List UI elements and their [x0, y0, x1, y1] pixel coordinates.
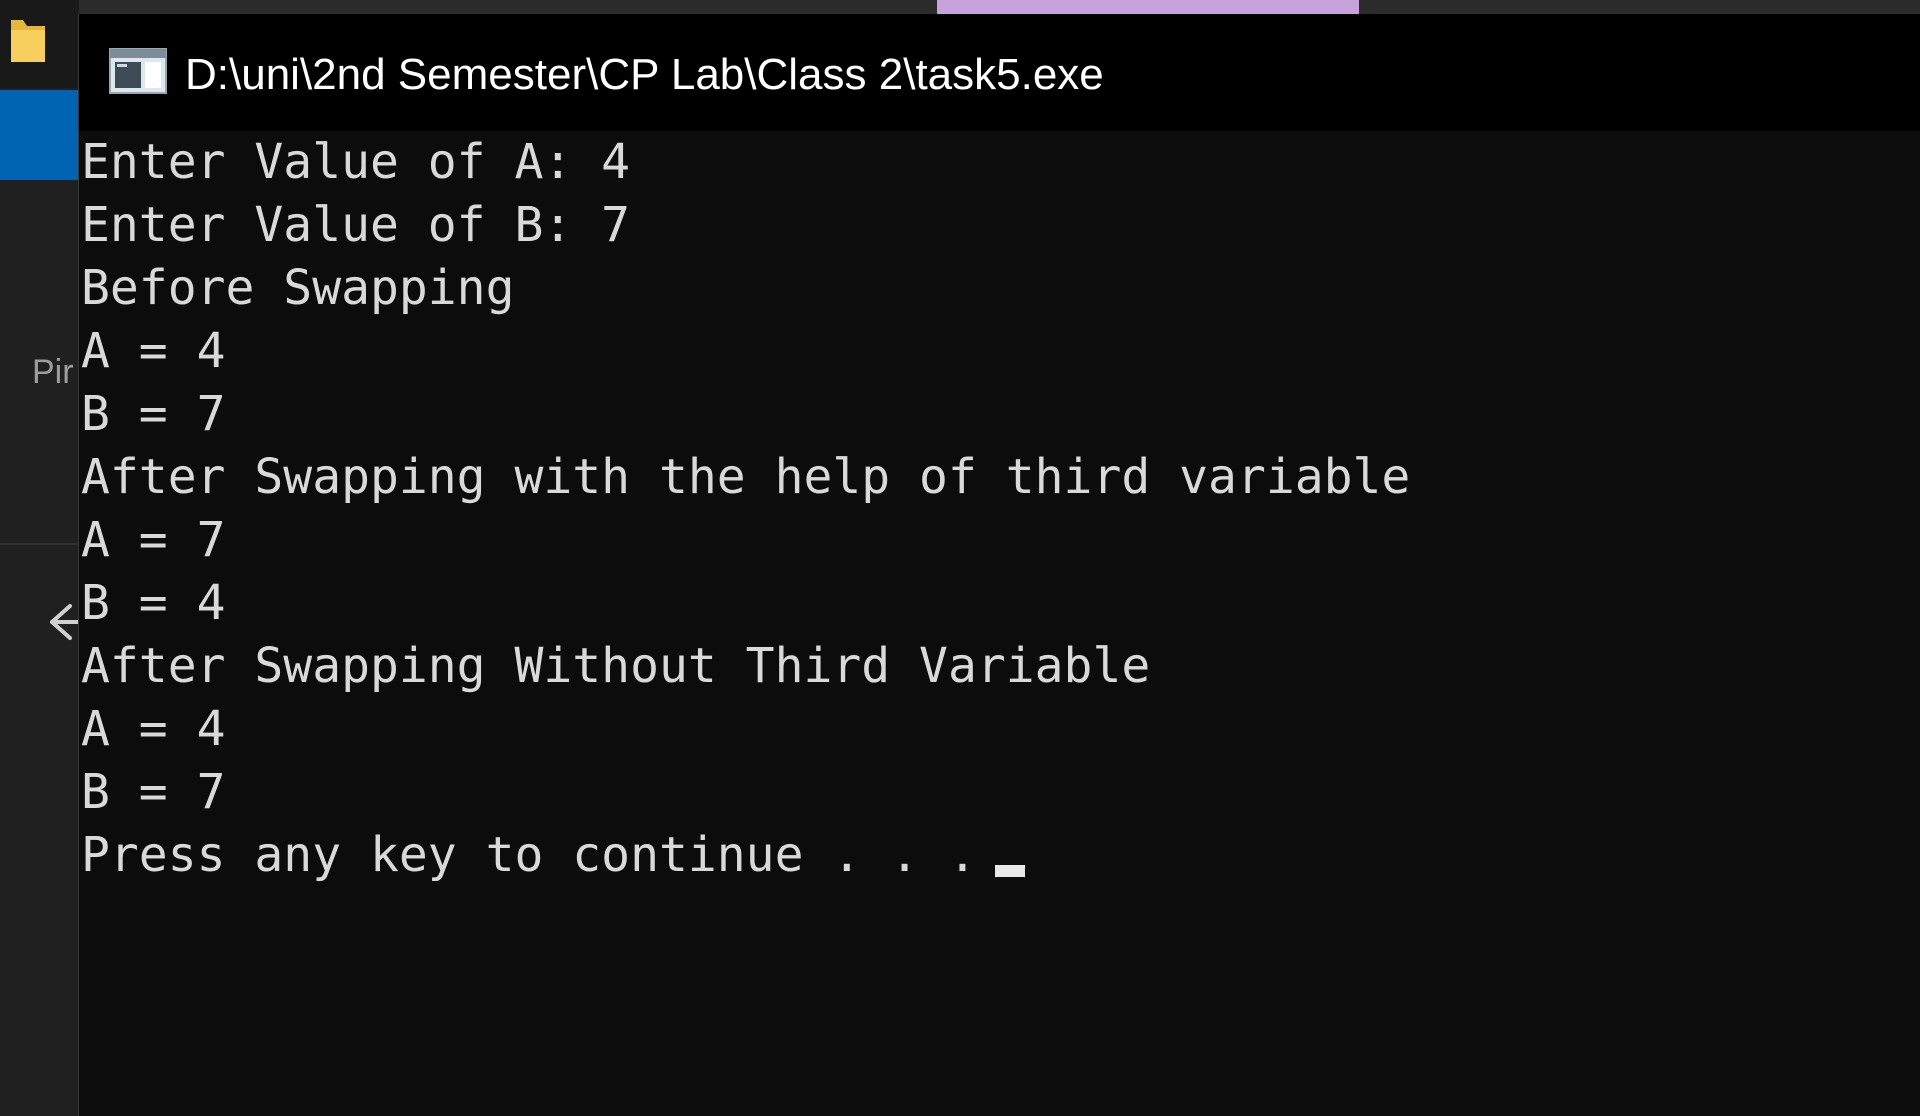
console-line: Enter Value of B: 7: [81, 197, 631, 253]
console-line: B = 7: [81, 764, 226, 820]
text-cursor: [994, 865, 1025, 877]
console-prompt-line: Press any key to continue . . .: [81, 824, 1025, 887]
explorer-divider: [0, 543, 79, 545]
desktop: Pir D:\uni\2nd Semester\CP Lab\Class 2\t…: [0, 0, 1920, 1116]
console-line: Enter Value of A: 4: [81, 134, 631, 190]
console-title: D:\uni\2nd Semester\CP Lab\Class 2\task5…: [185, 50, 1104, 99]
console-window[interactable]: D:\uni\2nd Semester\CP Lab\Class 2\task5…: [78, 14, 1920, 1116]
console-line: After Swapping Without Third Variable: [81, 638, 1151, 694]
folder-icon[interactable]: [9, 14, 47, 66]
console-line: A = 7: [81, 512, 226, 568]
console-window-icon[interactable]: [109, 48, 167, 94]
background-window-accent[interactable]: [937, 0, 1359, 14]
console-line: After Swapping with the help of third va…: [81, 449, 1411, 505]
explorer-selected-item[interactable]: [0, 90, 79, 180]
console-line: Before Swapping: [81, 260, 515, 316]
console-line: A = 4: [81, 323, 226, 379]
console-titlebar[interactable]: D:\uni\2nd Semester\CP Lab\Class 2\task5…: [79, 14, 1920, 131]
background-window-strip: [79, 0, 1920, 14]
explorer-pin-label[interactable]: Pir: [32, 353, 74, 392]
console-output[interactable]: Enter Value of A: 4 Enter Value of B: 7 …: [81, 131, 1920, 1116]
console-line: B = 4: [81, 575, 226, 631]
console-prompt-text: Press any key to continue . . .: [81, 827, 977, 883]
console-line: A = 4: [81, 701, 226, 757]
back-arrow-icon[interactable]: [44, 598, 80, 646]
console-line: B = 7: [81, 386, 226, 442]
explorer-window-edge: Pir: [0, 0, 80, 1116]
